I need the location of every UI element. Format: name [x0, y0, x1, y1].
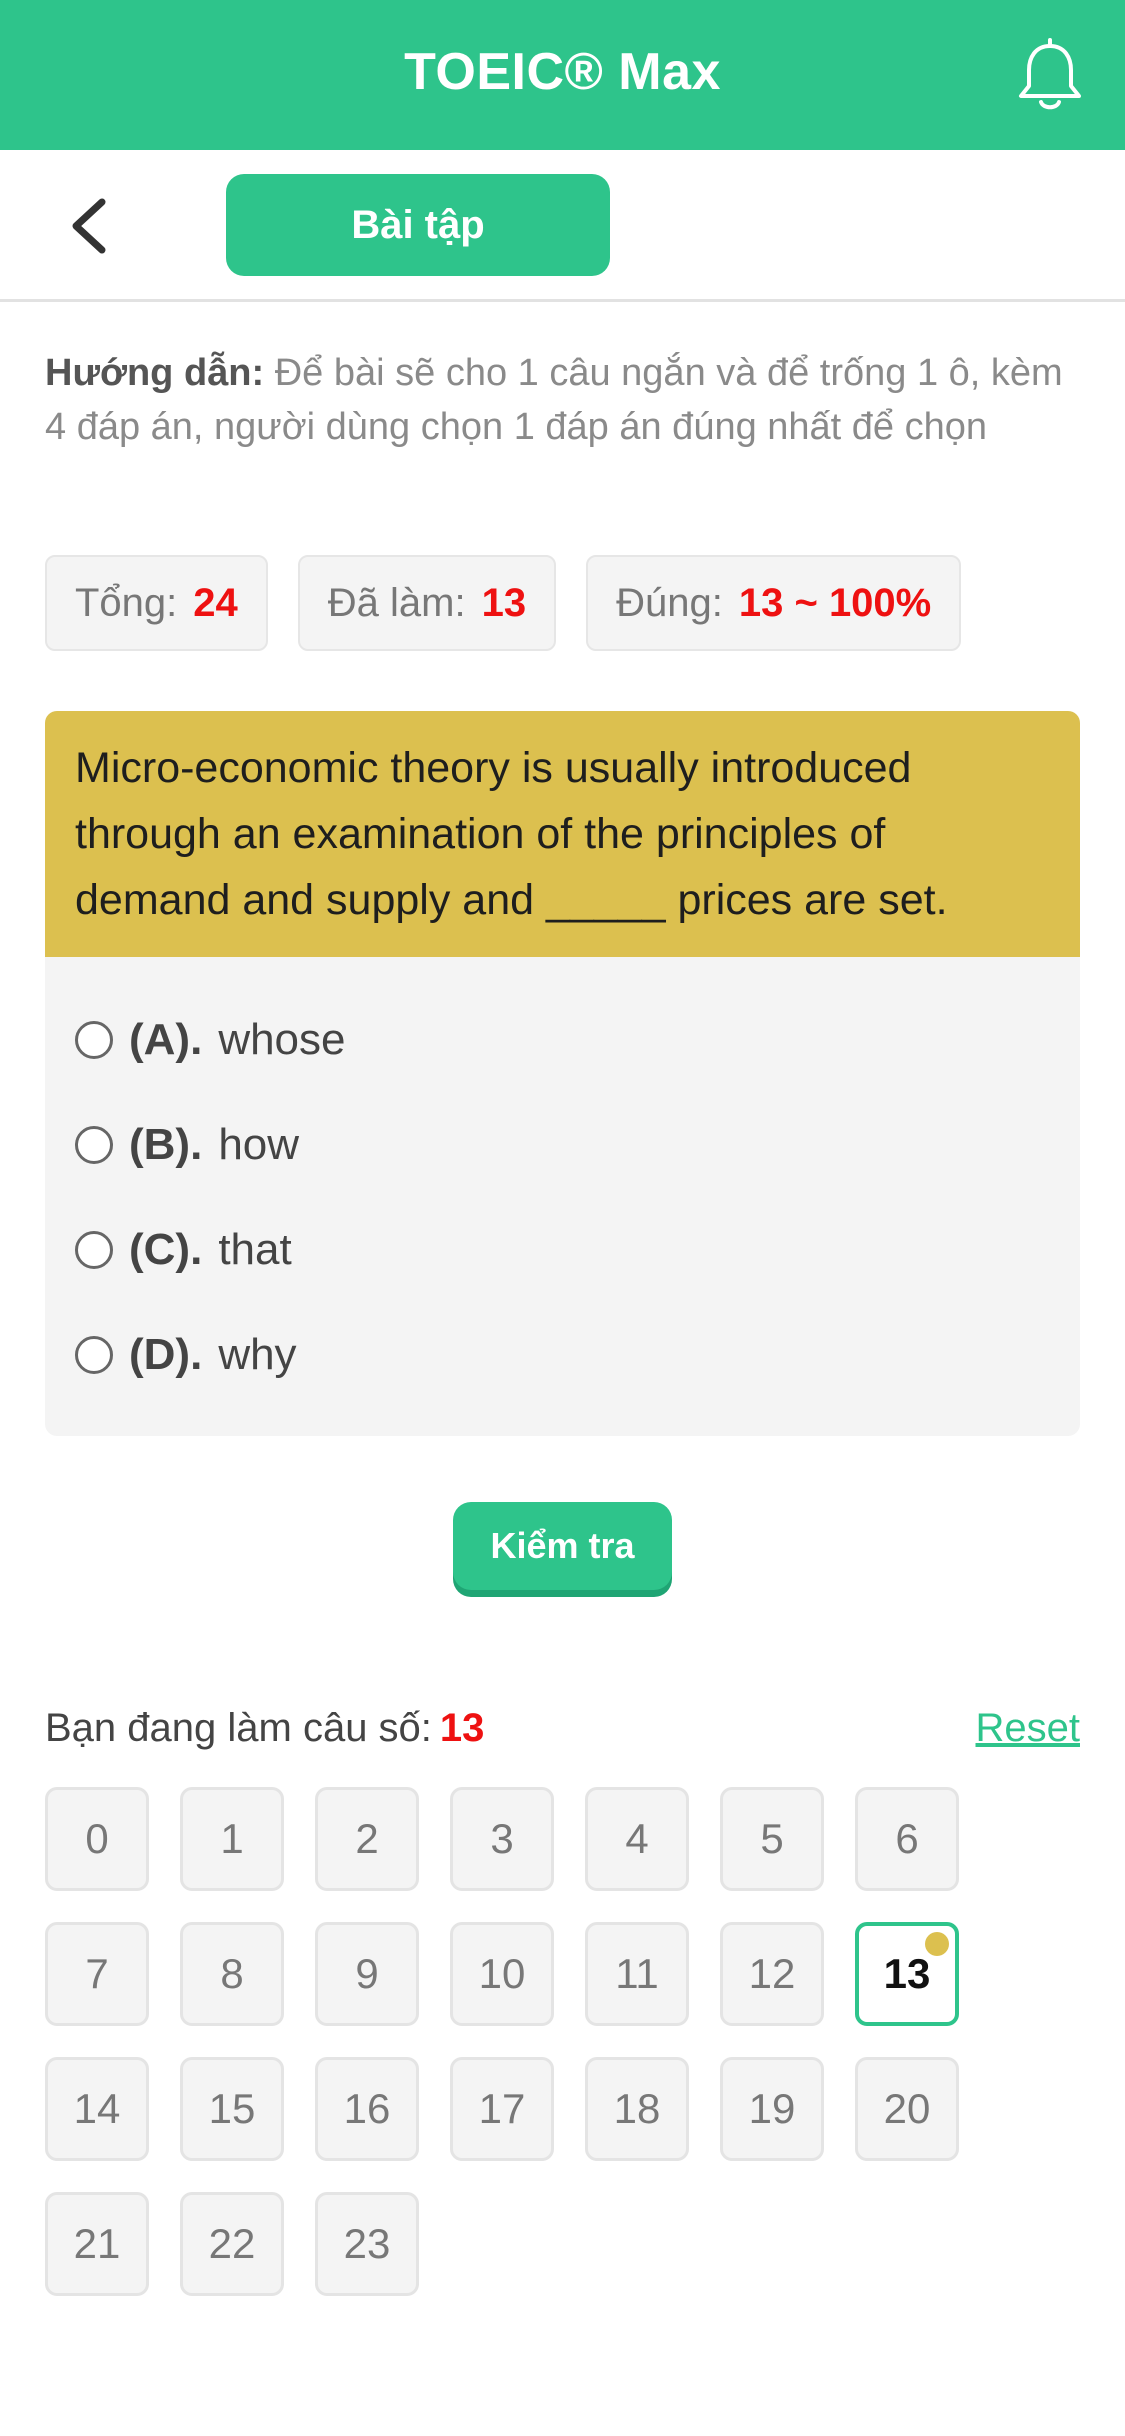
current-question-info: Bạn đang làm câu số: 13: [45, 1706, 484, 1751]
radio-a[interactable]: [75, 1020, 113, 1059]
current-indicator-dot: [925, 1932, 949, 1956]
instructions-label: Hướng dẫn:: [45, 352, 265, 394]
answer-options: (A). whose (B). how (C). that (D). why: [45, 957, 1080, 1407]
option-b-text: how: [218, 1119, 300, 1169]
stat-total: Tổng: 24: [45, 555, 268, 651]
option-c[interactable]: (C). that: [45, 1197, 1080, 1302]
stat-correct-value: 13 ~ 100%: [738, 580, 932, 625]
question-cell[interactable]: 15: [180, 2057, 284, 2161]
question-cell[interactable]: 8: [180, 1922, 284, 2026]
question-cell[interactable]: 14: [45, 2057, 149, 2161]
bell-icon[interactable]: [1015, 38, 1085, 114]
question-cell[interactable]: 20: [855, 2057, 959, 2161]
question-text: Micro-economic theory is usually introdu…: [45, 711, 1080, 957]
question-cell[interactable]: 10: [450, 1922, 554, 2026]
tab-exercises[interactable]: Bài tập: [226, 174, 610, 276]
option-a-key: (A).: [129, 1014, 203, 1064]
question-cell[interactable]: 16: [315, 2057, 419, 2161]
current-question-number: 13: [439, 1706, 485, 1750]
stat-total-label: Tổng:: [75, 580, 178, 625]
option-d-key: (D).: [129, 1329, 203, 1379]
question-cell[interactable]: 4: [585, 1787, 689, 1891]
current-question-label: Bạn đang làm câu số:: [45, 1706, 432, 1750]
question-cell[interactable]: 23: [315, 2192, 419, 2296]
app-title: TOEIC® Max: [404, 43, 721, 101]
option-d-text: why: [218, 1329, 297, 1379]
question-card: Micro-economic theory is usually introdu…: [45, 711, 1080, 1436]
question-cell[interactable]: 3: [450, 1787, 554, 1891]
question-cell-number: 13: [883, 1950, 931, 1997]
question-cell[interactable]: 2: [315, 1787, 419, 1891]
instructions: Hướng dẫn: Để bài sẽ cho 1 câu ngắn và đ…: [45, 346, 1085, 454]
stat-done-value: 13: [481, 580, 527, 625]
radio-b[interactable]: [75, 1125, 113, 1164]
stat-done-label: Đã làm:: [327, 580, 466, 625]
radio-c[interactable]: [75, 1230, 113, 1269]
option-a-text: whose: [218, 1014, 346, 1064]
question-cell[interactable]: 9: [315, 1922, 419, 2026]
question-cell[interactable]: 0: [45, 1787, 149, 1891]
option-b-key: (B).: [129, 1119, 203, 1169]
back-arrow-icon[interactable]: [62, 194, 118, 258]
stat-correct-label: Đúng:: [616, 580, 723, 625]
option-a[interactable]: (A). whose: [45, 987, 1080, 1092]
question-cell[interactable]: 19: [720, 2057, 824, 2161]
option-c-text: that: [218, 1224, 292, 1274]
question-cell[interactable]: 1: [180, 1787, 284, 1891]
question-cell[interactable]: 7: [45, 1922, 149, 2026]
app-header: TOEIC® Max: [0, 0, 1125, 150]
question-cell[interactable]: 11: [585, 1922, 689, 2026]
stat-correct: Đúng: 13 ~ 100%: [586, 555, 962, 651]
question-cell-current[interactable]: 13: [855, 1922, 959, 2026]
question-cell[interactable]: 12: [720, 1922, 824, 2026]
stat-done: Đã làm: 13: [297, 555, 557, 651]
question-cell[interactable]: 22: [180, 2192, 284, 2296]
option-d[interactable]: (D). why: [45, 1302, 1080, 1407]
stat-total-value: 24: [193, 580, 238, 625]
radio-d[interactable]: [75, 1335, 113, 1374]
stats-bar: Tổng: 24 Đã làm: 13 Đúng: 13 ~ 100%: [45, 555, 962, 651]
sub-navigation: Bài tập: [0, 150, 1125, 302]
question-cell[interactable]: 18: [585, 2057, 689, 2161]
question-cell[interactable]: 5: [720, 1787, 824, 1891]
progress-row: Bạn đang làm câu số: 13 Reset: [45, 1700, 1080, 1760]
question-cell[interactable]: 17: [450, 2057, 554, 2161]
option-b[interactable]: (B). how: [45, 1092, 1080, 1197]
question-grid: 0 1 2 3 4 5 6 7 8 9 10 11 12 13 14 15 16…: [45, 1787, 985, 2296]
question-cell[interactable]: 6: [855, 1787, 959, 1891]
reset-link[interactable]: Reset: [976, 1706, 1081, 1751]
option-c-key: (C).: [129, 1224, 203, 1274]
check-button[interactable]: Kiểm tra: [453, 1502, 672, 1590]
question-cell[interactable]: 21: [45, 2192, 149, 2296]
